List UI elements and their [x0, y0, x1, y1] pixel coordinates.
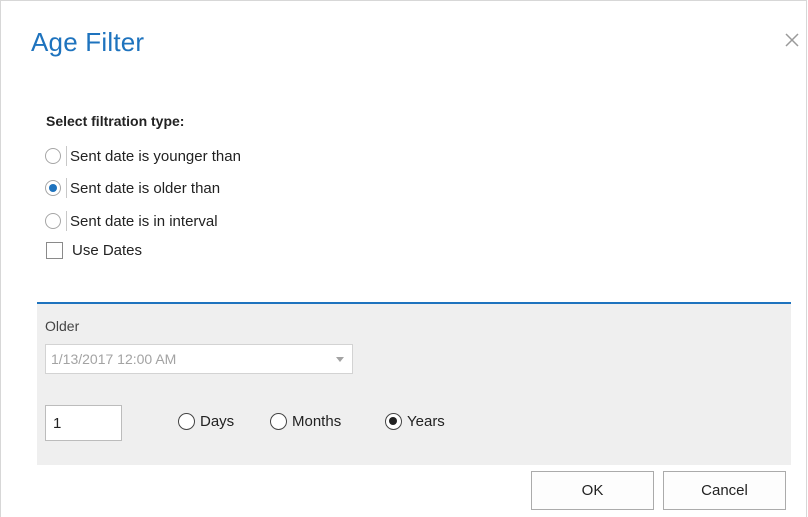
divider: [66, 178, 67, 198]
unit-label: Months: [292, 413, 342, 430]
radio-younger-than[interactable]: Sent date is younger than: [45, 145, 241, 167]
date-value: 1/13/2017 12:00 AM: [51, 351, 177, 367]
unit-months[interactable]: Months: [270, 413, 341, 430]
amount-input[interactable]: [45, 405, 122, 441]
age-settings-panel: Older 1/13/2017 12:00 AM Days Months Yea…: [37, 302, 791, 465]
age-filter-dialog: Age Filter Select filtration type: Sent …: [0, 0, 807, 517]
ok-button[interactable]: OK: [531, 471, 654, 510]
checkbox[interactable]: [46, 242, 63, 259]
unit-years[interactable]: Years: [385, 413, 445, 430]
unit-days[interactable]: Days: [178, 413, 234, 430]
unit-label: Days: [200, 413, 235, 430]
radio-button[interactable]: [45, 213, 61, 229]
unit-label: Years: [407, 413, 445, 430]
radio-label: Sent date is older than: [70, 179, 221, 197]
dialog-title: Age Filter: [31, 27, 145, 57]
radio-label: Sent date is in interval: [70, 212, 218, 230]
radio-button-selected[interactable]: [45, 180, 61, 196]
radio-in-interval[interactable]: Sent date is in interval: [45, 210, 218, 232]
use-dates-checkbox[interactable]: Use Dates: [46, 242, 142, 259]
radio-button-selected[interactable]: [385, 413, 402, 430]
older-label: Older: [45, 318, 80, 334]
divider: [66, 211, 67, 231]
radio-button[interactable]: [45, 148, 61, 164]
filtration-type-label: Select filtration type:: [46, 113, 185, 129]
cancel-button[interactable]: Cancel: [663, 471, 786, 510]
radio-label: Sent date is younger than: [70, 147, 241, 165]
chevron-down-icon[interactable]: [336, 357, 344, 362]
divider: [66, 146, 67, 166]
radio-older-than[interactable]: Sent date is older than: [45, 177, 220, 199]
checkbox-label: Use Dates: [72, 242, 143, 259]
radio-button[interactable]: [270, 413, 287, 430]
close-icon[interactable]: [783, 31, 801, 49]
radio-button[interactable]: [178, 413, 195, 430]
date-picker-dropdown[interactable]: 1/13/2017 12:00 AM: [45, 344, 353, 374]
